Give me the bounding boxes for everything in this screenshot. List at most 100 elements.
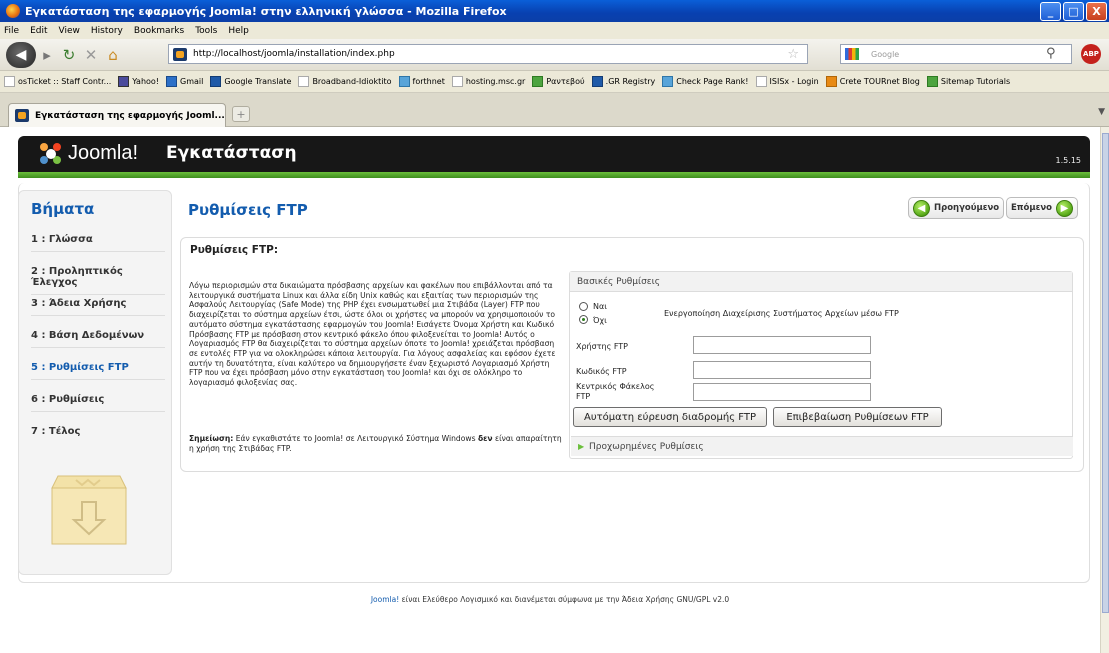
search-icon[interactable]: ⚲: [1046, 46, 1056, 61]
menu-tools[interactable]: Tools: [195, 26, 217, 36]
verify-ftp-button[interactable]: Επιβεβαίωση Ρυθμίσεων FTP: [773, 407, 942, 427]
ftp-root-field[interactable]: [693, 383, 871, 401]
ftp-content-box: Ρυθμίσεις FTP: Λόγω περιορισμών στα δικα…: [180, 237, 1084, 472]
main-panel-header: Ρυθμίσεις FTP ◀ Προηγούμενο Επόμενο ▶: [180, 190, 1090, 225]
window-title: Εγκατάσταση της εφαρμογής Joomla! στην ε…: [25, 4, 507, 18]
bookmark-label: Check Page Rank!: [676, 77, 749, 86]
menu-view[interactable]: View: [59, 26, 80, 36]
tab-installation[interactable]: Εγκατάσταση της εφαρμογής Jooml...: [8, 103, 226, 127]
steps-title: Βήματα: [31, 200, 95, 218]
tab-label: Εγκατάσταση της εφαρμογής Jooml...: [35, 110, 225, 121]
bookmark-item[interactable]: hosting.msc.gr: [451, 76, 526, 87]
section-title: Ρυθμίσεις FTP:: [190, 244, 279, 256]
google-icon: [845, 48, 859, 60]
next-label: Επόμενο: [1011, 203, 1052, 213]
basic-settings-title: Βασικές Ρυθμίσεις: [570, 272, 1072, 292]
menu-edit[interactable]: Edit: [30, 26, 47, 36]
note-emphasis: δεν: [477, 434, 493, 443]
ftp-password-field[interactable]: [693, 361, 871, 379]
ftp-enable-yes-radio[interactable]: [579, 302, 588, 311]
url-bar[interactable]: http://localhost/joomla/installation/ind…: [168, 44, 808, 64]
ftp-user-label: Χρήστης FTP: [576, 342, 628, 351]
stop-icon[interactable]: ✕: [80, 44, 102, 66]
step-database: 4 : Βάση Δεδομένων: [31, 330, 165, 348]
reload-icon[interactable]: ↻: [58, 44, 80, 66]
vertical-scrollbar[interactable]: [1100, 127, 1109, 653]
advanced-settings-toggle[interactable]: ▶ Προχωρημένες Ρυθμίσεις: [571, 436, 1073, 456]
bookmark-item[interactable]: Ραντεβού: [532, 76, 585, 87]
menu-history[interactable]: History: [91, 26, 123, 36]
forward-button[interactable]: ▸: [36, 44, 58, 66]
tab-list-icon[interactable]: ▼: [1098, 107, 1105, 117]
new-tab-button[interactable]: +: [232, 106, 250, 122]
arrow-right-icon: ▶: [1056, 199, 1073, 217]
page-icon: [451, 76, 463, 87]
page-icon: [298, 76, 310, 87]
main-title: Ρυθμίσεις FTP: [188, 201, 308, 219]
joomla-logo-icon: [40, 143, 62, 165]
bookmark-label: Sitemap Tutorials: [940, 77, 1011, 86]
bookmark-label: Crete TOURnet Blog: [839, 77, 920, 86]
step-config: 6 : Ρυθμίσεις: [31, 394, 165, 412]
blogger-icon: [825, 76, 837, 87]
step-finish: 7 : Τέλος: [31, 426, 81, 437]
bookmark-item[interactable]: Sitemap Tutorials: [926, 76, 1011, 87]
bookmark-item[interactable]: ISISx - Login: [755, 76, 819, 87]
close-button[interactable]: X: [1086, 2, 1107, 21]
page-icon: [755, 76, 767, 87]
bookmark-label: Broadband-Idioktito: [312, 77, 392, 86]
previous-button[interactable]: ◀ Προηγούμενο: [908, 197, 1005, 219]
menu-bar: File Edit View History Bookmarks Tools H…: [0, 22, 1109, 39]
joomla-header: Joomla! Εγκατάσταση 1.5.15: [18, 136, 1090, 172]
bookmark-item[interactable]: Gmail: [166, 76, 203, 87]
search-placeholder: Google: [871, 49, 900, 59]
bookmark-item[interactable]: Google Translate: [210, 76, 291, 87]
previous-label: Προηγούμενο: [934, 203, 1000, 213]
bookmark-label: forthnet: [412, 77, 445, 86]
joomla-link[interactable]: Joomla!: [371, 595, 399, 604]
menu-file[interactable]: File: [4, 26, 19, 36]
bookmark-item[interactable]: Crete TOURnet Blog: [825, 76, 920, 87]
minimize-button[interactable]: _: [1040, 2, 1061, 21]
url-text: http://localhost/joomla/installation/ind…: [193, 49, 395, 59]
ftp-user-field[interactable]: [693, 336, 871, 354]
header-divider: [18, 172, 1090, 178]
expand-arrow-icon: ▶: [578, 442, 585, 451]
back-button[interactable]: ◀: [6, 41, 36, 68]
joomla-favicon-icon: [173, 47, 187, 61]
bookmark-label: hosting.msc.gr: [465, 77, 526, 86]
joomla-favicon-icon: [15, 109, 29, 122]
bookmarks-toolbar: osTicket :: Staff Contr... Yahoo! Gmail …: [0, 71, 1109, 93]
bookmark-label: Yahoo!: [132, 77, 160, 86]
autofind-ftp-button[interactable]: Αυτόματη εύρευση διαδρομής FTP: [573, 407, 767, 427]
bookmark-item[interactable]: Broadband-Idioktito: [298, 76, 392, 87]
gr-icon: [591, 76, 603, 87]
note-label: Σημείωση:: [189, 434, 234, 443]
bookmark-label: osTicket :: Staff Contr...: [18, 77, 112, 86]
bookmark-star-icon[interactable]: ☆: [787, 47, 799, 62]
forthnet-icon: [398, 76, 410, 87]
next-button[interactable]: Επόμενο ▶: [1006, 197, 1078, 219]
bookmark-item[interactable]: forthnet: [398, 76, 445, 87]
page-footer: Joomla! είναι Ελεύθερο Λογισμικό και δια…: [0, 595, 1100, 604]
ftp-enable-no-radio[interactable]: [579, 315, 588, 324]
maximize-button[interactable]: □: [1063, 2, 1084, 21]
adblock-icon[interactable]: ABP: [1081, 44, 1101, 64]
navigation-toolbar: ◀ ▸ ↻ ✕ ⌂ http://localhost/joomla/instal…: [0, 39, 1109, 71]
step-license: 3 : Άδεια Χρήσης: [31, 298, 165, 316]
scrollbar-thumb[interactable]: [1102, 133, 1109, 613]
bookmark-item[interactable]: Yahoo!: [118, 76, 159, 87]
bookmark-item[interactable]: .GR Registry: [591, 76, 656, 87]
window-titlebar: Εγκατάσταση της εφαρμογής Joomla! στην ε…: [0, 0, 1109, 22]
menu-bookmarks[interactable]: Bookmarks: [134, 26, 184, 36]
bookmark-item[interactable]: Check Page Rank!: [662, 76, 749, 87]
ftp-enable-label: Ενεργοποίηση Διαχείρισης Συστήματος Αρχε…: [664, 309, 899, 318]
menu-help[interactable]: Help: [228, 26, 249, 36]
bookmark-label: ISISx - Login: [769, 77, 819, 86]
page-icon: [4, 76, 15, 87]
bookmark-item[interactable]: osTicket :: Staff Contr...: [4, 76, 111, 87]
bookmark-label: .GR Registry: [605, 77, 656, 86]
home-icon[interactable]: ⌂: [102, 44, 124, 66]
search-input[interactable]: Google: [840, 44, 1072, 64]
no-label: Όχι: [593, 316, 607, 325]
